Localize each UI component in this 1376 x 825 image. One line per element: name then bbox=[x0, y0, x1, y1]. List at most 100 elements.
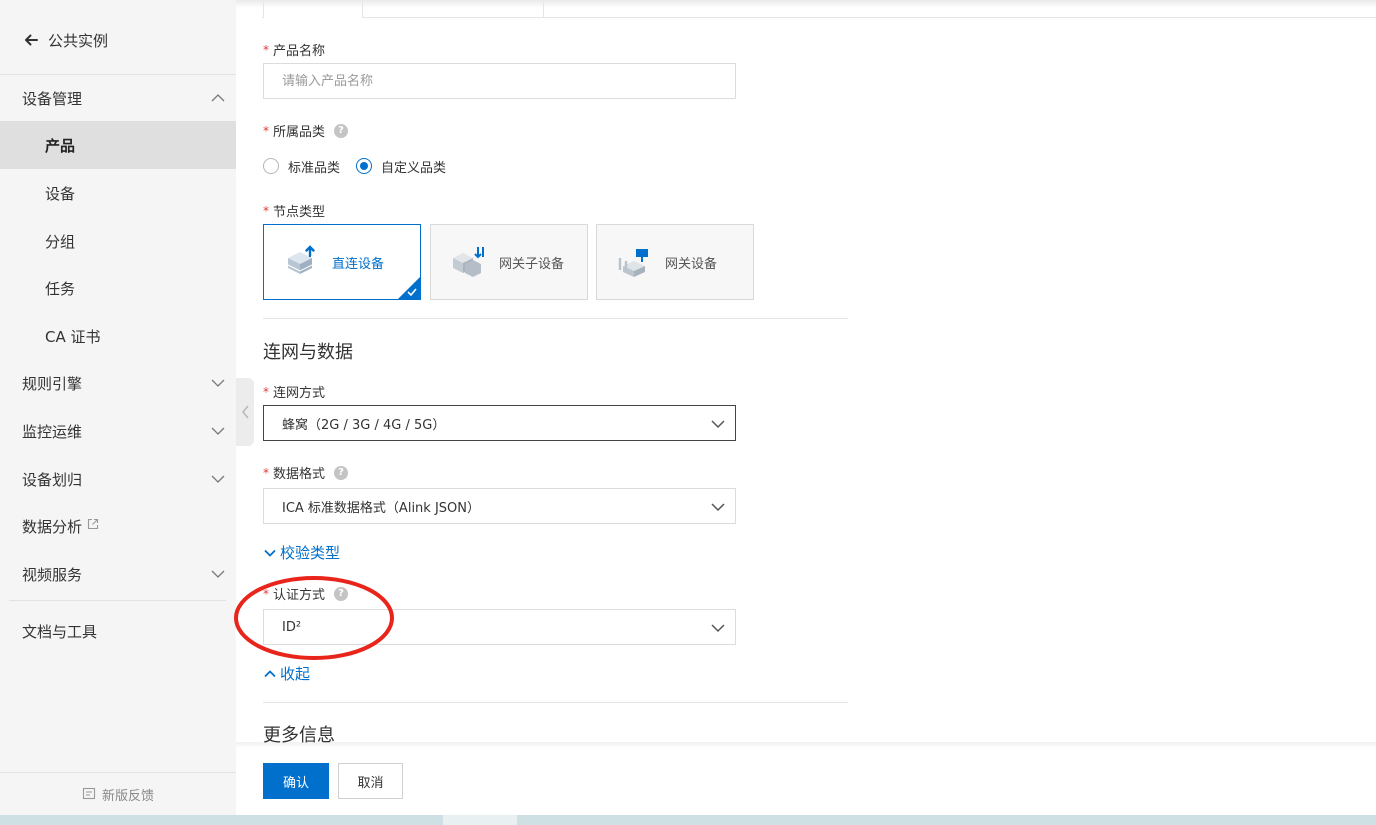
external-link-icon bbox=[87, 518, 99, 530]
sidebar-group-video-service[interactable]: 视频服务 bbox=[0, 552, 236, 596]
node-type-direct-device[interactable]: 直连设备 bbox=[263, 224, 421, 300]
product-name-label-text: 产品名称 bbox=[273, 44, 326, 59]
sidebar-group-label: 数据分析 bbox=[22, 517, 83, 536]
radio-label: 标准品类 bbox=[288, 160, 341, 176]
chevron-down-icon bbox=[264, 549, 276, 557]
sidebar-group-device-management[interactable]: 设备管理 bbox=[0, 76, 236, 120]
network-mode-label-text: 连网方式 bbox=[273, 386, 326, 401]
footer-shadow bbox=[236, 742, 1376, 748]
data-format-value: ICA 标准数据格式（Alink JSON） bbox=[282, 500, 480, 516]
chevron-down-icon bbox=[211, 570, 225, 578]
sidebar-item-label: 任务 bbox=[45, 279, 76, 298]
sidebar-group-label: 监控运维 bbox=[22, 422, 83, 441]
category-label-text: 所属品类 bbox=[273, 125, 326, 140]
chevron-down-icon bbox=[211, 475, 225, 483]
sidebar-item-task[interactable]: 任务 bbox=[0, 264, 236, 312]
cancel-button[interactable]: 取消 bbox=[338, 763, 403, 799]
section-divider bbox=[263, 702, 848, 703]
node-type-gateway-device[interactable]: 网关设备 bbox=[596, 224, 754, 300]
confirm-button[interactable]: 确认 bbox=[263, 763, 329, 799]
sidebar-collapse-handle[interactable] bbox=[236, 378, 254, 446]
required-mark: * bbox=[263, 123, 269, 138]
node-type-label: 直连设备 bbox=[332, 256, 385, 272]
radio-custom-category[interactable]: 自定义品类 bbox=[356, 157, 446, 176]
sidebar-divider bbox=[0, 74, 236, 75]
sidebar-group-device-assignment[interactable]: 设备划归 bbox=[0, 457, 236, 501]
sidebar-group-monitoring[interactable]: 监控运维 bbox=[0, 409, 236, 453]
back-link-label: 公共实例 bbox=[48, 31, 109, 50]
sidebar-group-label: 规则引擎 bbox=[22, 374, 83, 393]
feedback-label: 新版反馈 bbox=[101, 788, 154, 804]
sidebar: 公共实例 设备管理 产品 设备 分组 任务 CA 证书 规则引擎 监控运维 设备… bbox=[0, 0, 236, 815]
chevron-left-icon bbox=[242, 405, 249, 419]
sidebar-item-docs-tools[interactable]: 文档与工具 bbox=[0, 609, 236, 653]
network-section-title: 连网与数据 bbox=[263, 342, 353, 363]
required-mark: * bbox=[263, 42, 269, 57]
radio-circle bbox=[263, 158, 279, 174]
section-divider bbox=[263, 318, 848, 319]
sidebar-item-label: 分组 bbox=[45, 232, 76, 251]
sidebar-item-product[interactable]: 产品 bbox=[0, 121, 236, 169]
gateway-sub-device-icon bbox=[453, 247, 484, 277]
data-format-label: * 数据格式 ? bbox=[263, 463, 349, 482]
chevron-down-icon bbox=[211, 379, 225, 387]
sidebar-group-label: 设备划归 bbox=[22, 470, 83, 489]
product-name-label: * 产品名称 bbox=[263, 40, 326, 60]
collapse-toggle[interactable]: 收起 bbox=[263, 663, 310, 684]
required-mark: * bbox=[263, 465, 269, 480]
arrow-left-icon bbox=[25, 34, 38, 46]
chevron-down-icon bbox=[711, 624, 725, 633]
chevron-up-icon bbox=[264, 669, 276, 677]
sidebar-group-label: 设备管理 bbox=[22, 89, 83, 108]
radio-circle bbox=[356, 158, 373, 174]
tab-bar-line bbox=[262, 17, 1376, 18]
node-type-label: * 节点类型 bbox=[263, 201, 326, 221]
data-format-label-text: 数据格式 bbox=[273, 467, 326, 482]
node-type-label: 网关设备 bbox=[665, 256, 718, 272]
required-mark: * bbox=[263, 203, 269, 218]
chevron-down-icon bbox=[711, 420, 725, 429]
help-icon[interactable]: ? bbox=[334, 465, 349, 480]
help-icon[interactable]: ? bbox=[334, 123, 349, 138]
sidebar-item-label: CA 证书 bbox=[45, 327, 101, 346]
network-mode-select[interactable]: 蜂窝（2G / 3G / 4G / 5G） bbox=[263, 405, 736, 441]
network-mode-value: 蜂窝（2G / 3G / 4G / 5G） bbox=[282, 417, 446, 433]
bottom-bar bbox=[0, 815, 1376, 825]
node-type-gateway-sub-device[interactable]: 网关子设备 bbox=[430, 224, 588, 300]
bottom-bar-segment bbox=[443, 815, 517, 825]
sidebar-group-data-analysis[interactable]: 数据分析 bbox=[0, 504, 236, 548]
node-type-label-text: 节点类型 bbox=[273, 205, 326, 220]
feedback-link[interactable]: 新版反馈 bbox=[0, 772, 236, 815]
verify-type-toggle[interactable]: 校验类型 bbox=[263, 542, 340, 563]
sidebar-item-ca-cert[interactable]: CA 证书 bbox=[0, 312, 236, 360]
collapse-toggle-label: 收起 bbox=[280, 665, 311, 683]
sidebar-item-label: 设备 bbox=[45, 184, 76, 203]
sidebar-item-group[interactable]: 分组 bbox=[0, 217, 236, 265]
node-type-label: 网关子设备 bbox=[499, 256, 565, 272]
chevron-down-icon bbox=[211, 427, 225, 435]
check-corner-icon bbox=[398, 277, 420, 299]
chevron-up-icon bbox=[211, 94, 225, 102]
product-name-input[interactable] bbox=[263, 63, 736, 99]
chevron-down-icon bbox=[711, 503, 725, 512]
radio-standard-category[interactable]: 标准品类 bbox=[263, 157, 340, 176]
top-shadow bbox=[236, 0, 1376, 8]
sidebar-divider bbox=[9, 600, 226, 601]
sidebar-item-device[interactable]: 设备 bbox=[0, 169, 236, 217]
back-link[interactable]: 公共实例 bbox=[22, 27, 108, 53]
sidebar-group-label: 视频服务 bbox=[22, 565, 83, 584]
sidebar-group-label: 文档与工具 bbox=[22, 622, 98, 641]
sidebar-group-rule-engine[interactable]: 规则引擎 bbox=[0, 361, 236, 405]
data-format-select[interactable]: ICA 标准数据格式（Alink JSON） bbox=[263, 488, 736, 524]
required-mark: * bbox=[263, 384, 269, 399]
feedback-icon bbox=[82, 787, 96, 800]
radio-label: 自定义品类 bbox=[381, 160, 447, 176]
gateway-device-icon bbox=[618, 249, 648, 277]
network-mode-label: * 连网方式 bbox=[263, 382, 326, 402]
category-radio-group: 标准品类 自定义品类 bbox=[263, 157, 462, 176]
verify-type-toggle-label: 校验类型 bbox=[280, 544, 341, 562]
direct-device-icon bbox=[287, 245, 315, 274]
category-label: * 所属品类 ? bbox=[263, 121, 349, 140]
annotation-ellipse bbox=[234, 576, 394, 660]
sidebar-item-label: 产品 bbox=[45, 136, 76, 155]
